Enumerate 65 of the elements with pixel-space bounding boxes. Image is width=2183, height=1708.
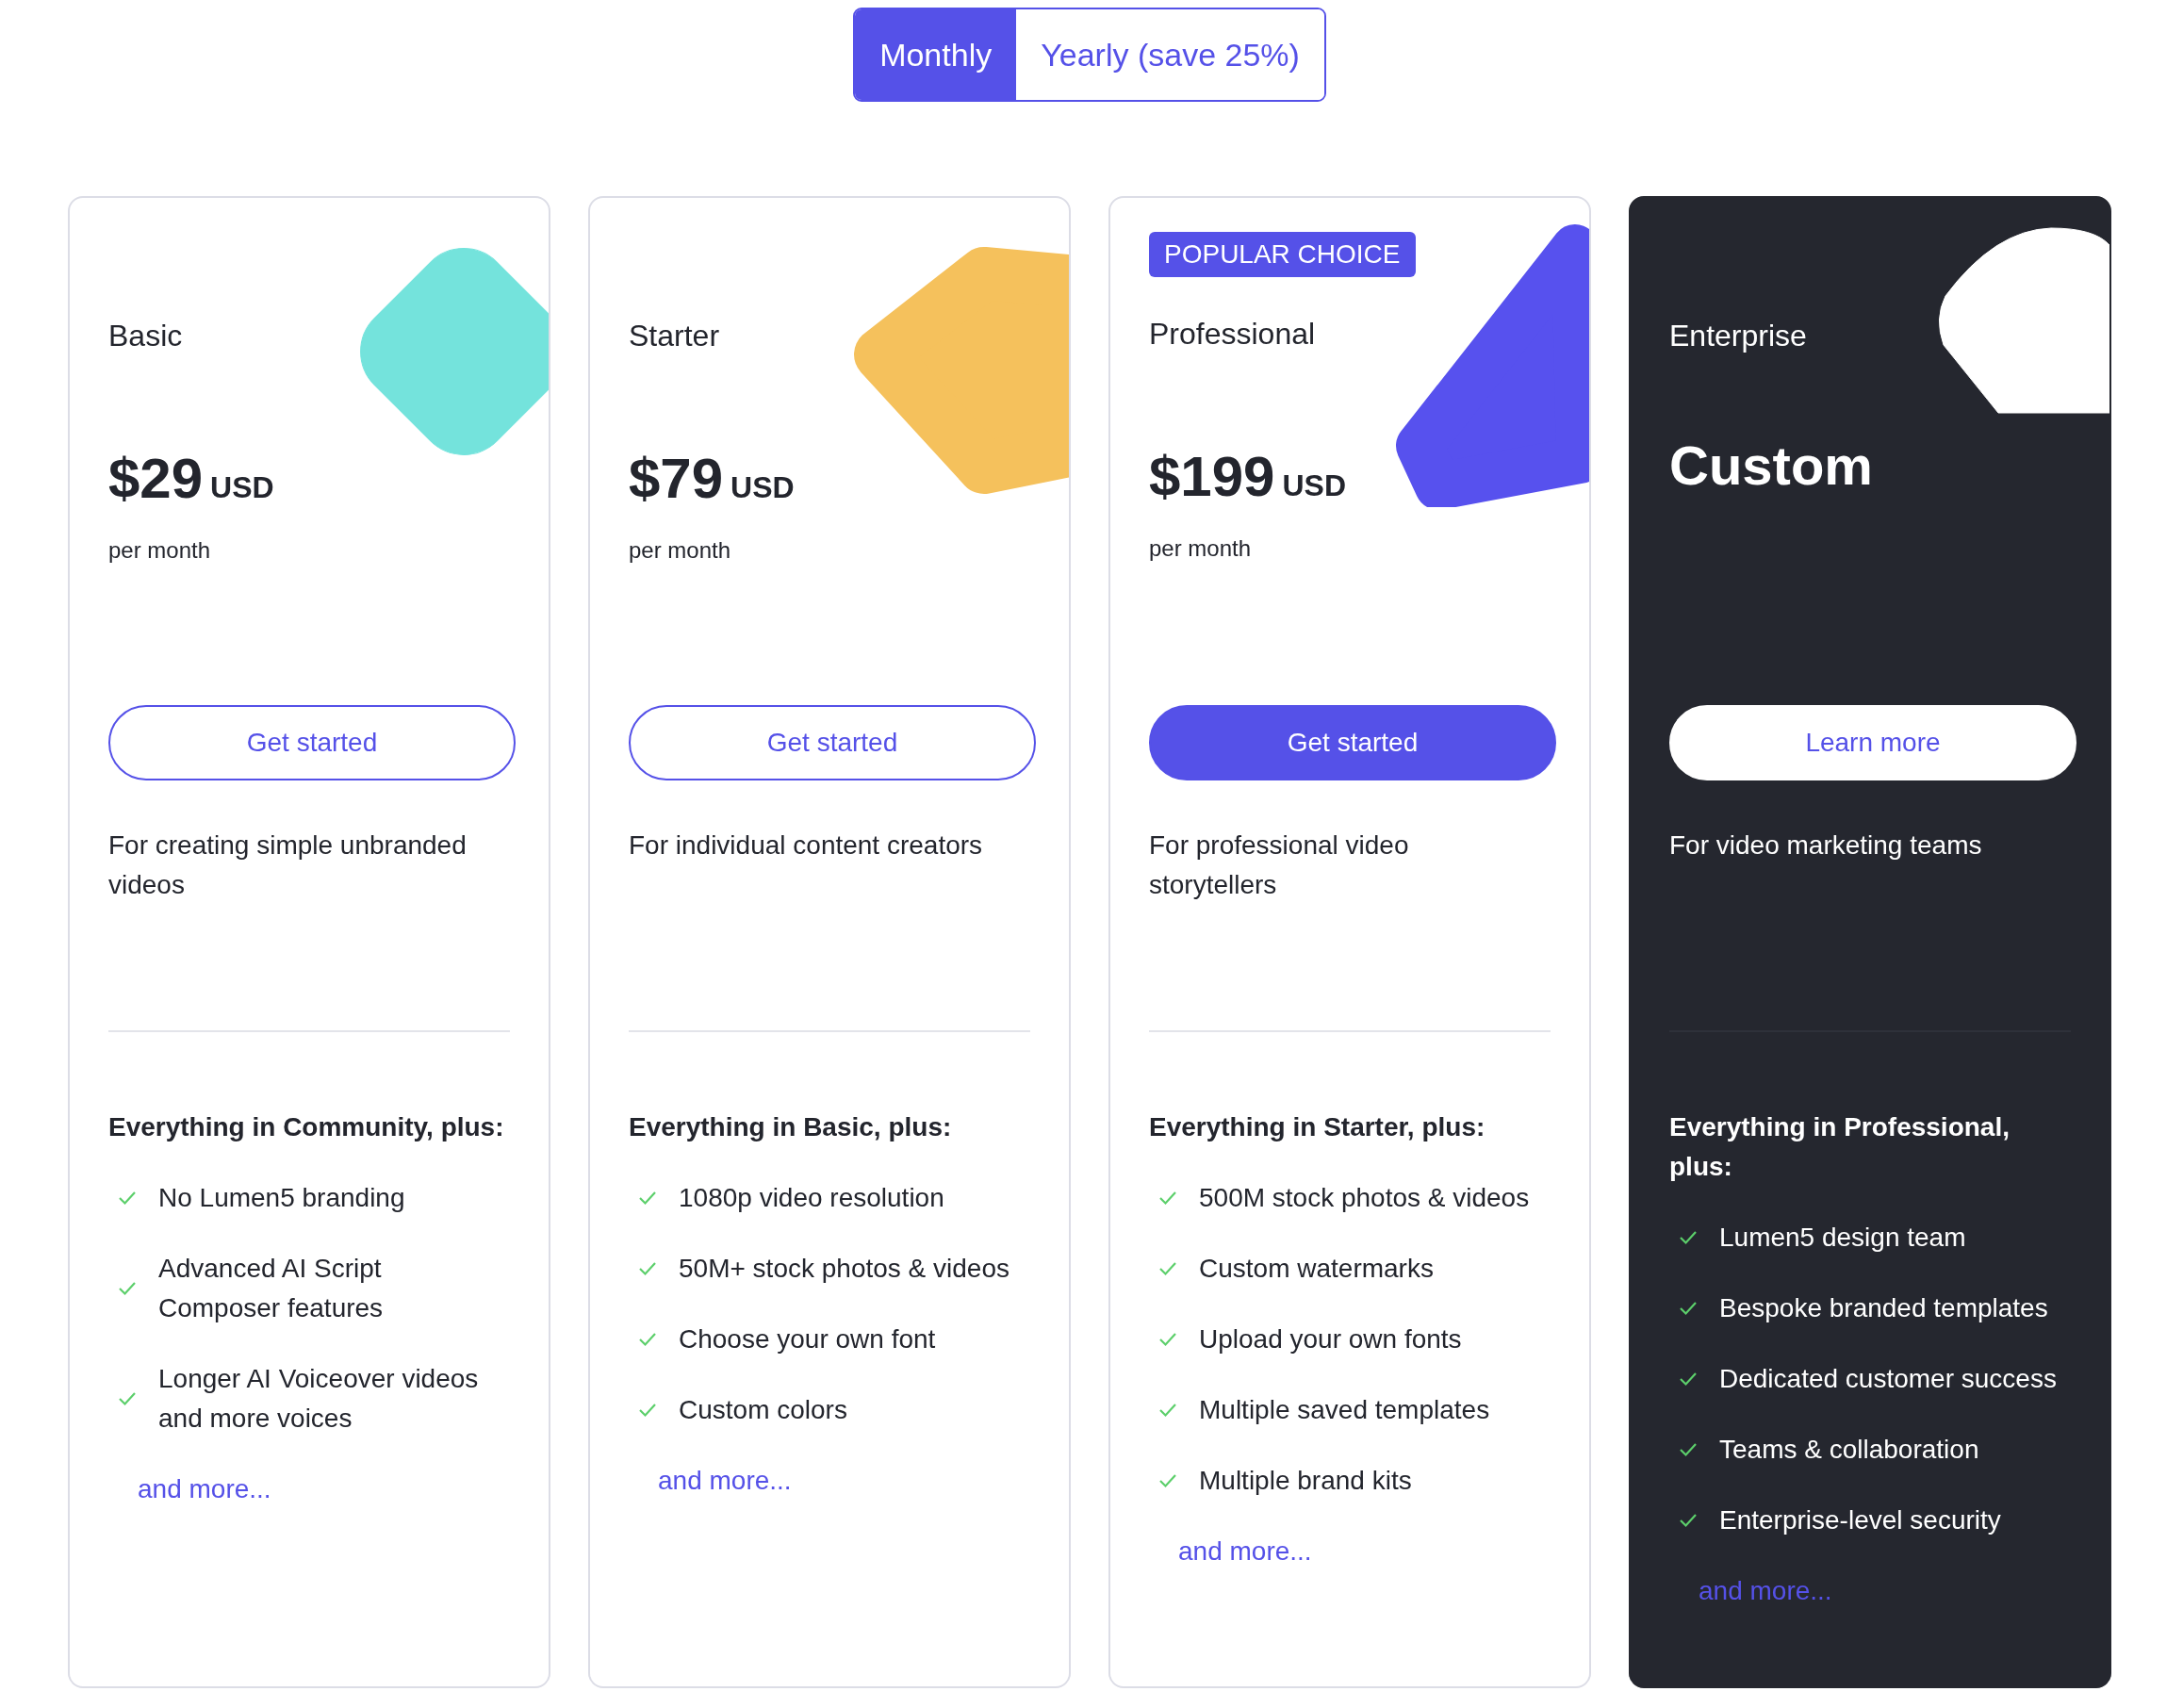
- more-link[interactable]: and more...: [658, 1461, 792, 1501]
- plan-name: Basic: [108, 318, 183, 354]
- check-icon: [118, 1191, 137, 1206]
- plan-description: For video marketing teams: [1669, 829, 1983, 862]
- more-link[interactable]: and more...: [138, 1470, 271, 1509]
- feature-text: Custom watermarks: [1199, 1253, 1434, 1285]
- check-icon: [118, 1281, 137, 1296]
- feature-text: Bespoke branded templates: [1719, 1292, 2048, 1324]
- plan-button[interactable]: Learn more: [1669, 705, 2076, 780]
- check-icon: [1158, 1261, 1177, 1276]
- features-heading: Everything in Community, plus:: [108, 1111, 505, 1143]
- currency-label: USD: [210, 470, 274, 505]
- features-heading: Everything in Basic, plus:: [629, 1111, 953, 1143]
- plan-price: $199: [1149, 444, 1275, 510]
- check-icon: [1679, 1371, 1698, 1387]
- billing-tab[interactable]: Monthly: [855, 9, 1017, 100]
- feature-text: Custom colors: [679, 1394, 847, 1426]
- currency-label: USD: [730, 470, 795, 505]
- feature-text: Longer AI Voiceover videos and more voices: [158, 1363, 480, 1435]
- plan-name: Enterprise: [1669, 318, 1807, 354]
- check-icon: [638, 1403, 657, 1418]
- billing-period: per month: [108, 536, 211, 565]
- feature-text: 500M stock photos & videos: [1199, 1182, 1530, 1214]
- feature-text: 50M+ stock photos & videos: [679, 1253, 1009, 1285]
- plan-name: Starter: [629, 318, 720, 354]
- feature-text: Multiple brand kits: [1199, 1465, 1412, 1497]
- plan-description: For professional video storytellers: [1149, 829, 1410, 901]
- feature-text: Dedicated customer success: [1719, 1363, 2057, 1395]
- plan-price: $29: [108, 446, 204, 512]
- popular-badge: POPULAR CHOICE: [1149, 232, 1416, 277]
- more-link[interactable]: and more...: [1178, 1532, 1312, 1571]
- plan-description: For individual content creators: [629, 829, 984, 862]
- billing-period: per month: [1149, 534, 1252, 563]
- feature-text: Upload your own fonts: [1199, 1323, 1462, 1355]
- feature-text: Teams & collaboration: [1719, 1434, 1979, 1466]
- plan-button[interactable]: Get started: [108, 705, 516, 780]
- plan-name: Professional: [1149, 316, 1316, 353]
- feature-text: 1080p video resolution: [679, 1182, 944, 1214]
- check-icon: [1158, 1473, 1177, 1488]
- check-icon: [1679, 1513, 1698, 1528]
- plan-button[interactable]: Get started: [629, 705, 1036, 780]
- check-icon: [638, 1261, 657, 1276]
- check-icon: [1158, 1403, 1177, 1418]
- billing-period: per month: [629, 536, 731, 565]
- feature-text: Multiple saved templates: [1199, 1394, 1490, 1426]
- check-icon: [638, 1191, 657, 1206]
- feature-text: Lumen5 design team: [1719, 1222, 1966, 1254]
- feature-text: Enterprise-level security: [1719, 1504, 2001, 1536]
- plan-description: For creating simple unbranded videos: [108, 829, 468, 901]
- check-icon: [1679, 1442, 1698, 1457]
- check-icon: [1158, 1191, 1177, 1206]
- feature-text: Advanced AI Script Composer features: [158, 1253, 385, 1324]
- check-icon: [638, 1332, 657, 1347]
- feature-text: Choose your own font: [679, 1323, 936, 1355]
- feature-text: No Lumen5 branding: [158, 1182, 405, 1214]
- plan-price: $79: [629, 446, 724, 512]
- features-heading: Everything in Starter, plus:: [1149, 1111, 1486, 1143]
- check-icon: [1679, 1301, 1698, 1316]
- plan-button[interactable]: Get started: [1149, 705, 1556, 780]
- check-icon: [1158, 1332, 1177, 1347]
- features-heading: Everything in Professional, plus:: [1669, 1111, 2011, 1183]
- check-icon: [118, 1391, 137, 1406]
- check-icon: [1679, 1230, 1698, 1245]
- currency-label: USD: [1282, 468, 1347, 503]
- plan-price: Custom: [1669, 434, 1873, 498]
